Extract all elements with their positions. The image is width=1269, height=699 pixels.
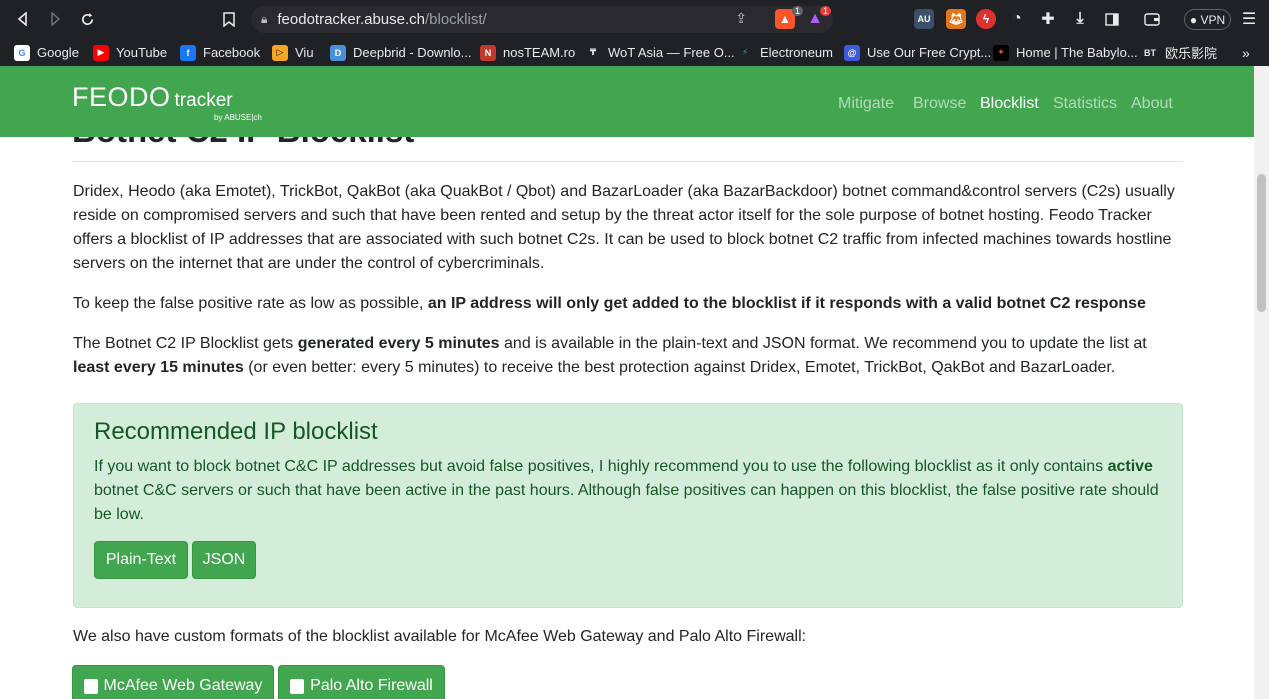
au-extension-icon[interactable]: AU [914,9,934,29]
forward-icon[interactable] [42,6,68,32]
lightning-extension-icon[interactable]: ϟ [976,9,996,29]
recommended-description: If you want to block botnet C&C IP addre… [94,455,1164,527]
nav-mitigate[interactable]: Mitigate [838,95,894,113]
bookmark-label: Deepbrid - Downlo... [353,45,472,60]
nav-blocklist[interactable]: Blocklist [980,95,1039,113]
bookmark-label: Use Our Free Crypt... [867,45,992,60]
back-icon[interactable] [10,6,36,32]
bookmarks-overflow-icon[interactable]: » [1242,42,1250,63]
electroneum-icon: ⚡ [737,44,753,61]
crypto-icon: @ [844,44,860,61]
vpn-label: VPN [1200,12,1226,27]
babylon-icon: ✦ [993,44,1009,61]
site-logo[interactable]: FEODO tracker by ABUSE|ch [72,82,262,122]
bookmark-oule[interactable]: BT 欧乐影院 [1142,42,1217,63]
recommended-text-2: botnet C&C servers or such that have bee… [94,482,1159,523]
logo-by-abuse: by ABUSE|ch [214,113,262,122]
share-icon[interactable]: ⇪ [735,10,747,27]
bookmark-label: Google [37,45,79,60]
deepbrid-icon: D [330,44,346,61]
sidebar-icon[interactable] [1102,9,1122,29]
bookmark-label: Facebook [203,45,261,60]
bookmark-viu[interactable]: ▷ Viu [272,42,314,63]
bookmark-deepbrid[interactable]: D Deepbrid - Downlo... [330,42,472,63]
logo-tracker: tracker [174,90,233,111]
recommended-text-1: If you want to block botnet C&C IP addre… [94,458,1108,475]
mcafee-button[interactable]: McAfee Web Gateway [72,665,274,699]
update-text-1: The Botnet C2 IP Blocklist gets [73,335,298,352]
site-navbar: FEODO tracker by ABUSE|ch Mitigate Browse… [0,66,1254,137]
intro-paragraph: Dridex, Heodo (aka Emotet), TrickBot, Qa… [73,183,1175,272]
viu-icon: ▷ [272,44,288,61]
recommended-title: Recommended IP blocklist [94,418,378,445]
nosteam-icon: N [480,44,496,61]
bookmark-google[interactable]: G Google [14,42,79,63]
google-icon: G [14,44,30,61]
fp-bold-text: an IP address will only get added to the… [427,295,1146,312]
wallet-icon[interactable] [1142,9,1162,29]
false-positive-paragraph: To keep the false positive rate as low a… [73,292,1178,316]
facebook-icon: f [180,44,196,61]
address-bar[interactable]: 🔒︎ feodotracker.abuse.ch/blocklist/ ⇪ ▲ … [251,6,833,33]
downloads-icon[interactable]: ⤓ [1070,9,1090,29]
nav-statistics[interactable]: Statistics [1053,95,1117,113]
palo-alto-button[interactable]: Palo Alto Firewall [278,665,445,699]
recommended-blocklist-box: Recommended IP blocklist If you want to … [73,403,1183,608]
reload-icon[interactable] [74,6,100,32]
youtube-icon: ▶ [93,44,109,61]
update-paragraph: The Botnet C2 IP Blocklist gets generate… [73,332,1178,380]
bookmark-youtube[interactable]: ▶ YouTube [93,42,167,63]
shield-icon [83,678,98,694]
au-extension-label: AU [917,14,931,24]
json-button[interactable]: JSON [192,541,256,579]
bookmark-crypto[interactable]: @ Use Our Free Crypt... [844,42,991,63]
bookmark-label: 欧乐影院 [1165,46,1218,61]
rewards-badge: 1 [819,6,831,16]
browser-toolbar: 🔒︎ feodotracker.abuse.ch/blocklist/ ⇪ ▲ … [0,0,1269,39]
update-bold-2: least every 15 minutes [73,359,244,376]
url-host: feodotracker.abuse.ch [277,11,425,28]
bookmark-label: Home | The Babylo... [1016,45,1138,60]
extensions-puzzle-icon[interactable]: ✚ [1038,9,1058,29]
nav-about[interactable]: About [1131,95,1173,113]
scrollbar-thumb[interactable] [1257,174,1266,312]
bookmark-label: WoT Asia — Free O... [608,45,735,60]
recommended-bold: active [1107,458,1153,475]
bookmark-label: Viu [295,45,314,60]
speedometer-icon[interactable]: ◔ [1007,9,1027,29]
palo-alto-label: Palo Alto Firewall [310,677,433,694]
bookmark-label: YouTube [116,45,168,60]
page-scrollbar[interactable] [1254,66,1269,699]
heading-divider [72,161,1183,162]
bookmark-babylon[interactable]: ✦ Home | The Babylo... [993,42,1138,63]
chart-icon [290,678,305,694]
lock-icon: 🔒︎ [261,12,268,26]
bookmark-label: Electroneum [760,45,833,60]
mcafee-label: McAfee Web Gateway [103,677,263,694]
fp-text: To keep the false positive rate as low a… [73,295,428,312]
bookmark-page-icon[interactable] [216,6,242,32]
update-text-3: (or even better: every 5 minutes) to rec… [243,359,1116,376]
update-text-2: and is available in the plain-text and J… [499,335,1147,352]
logo-feodo: FEODO [72,82,171,112]
bookmark-electroneum[interactable]: ⚡ Electroneum [737,42,833,63]
page-viewport: Botnet C2 IP Blocklist FEODOtracker by A… [0,66,1269,699]
bookmark-wot-asia[interactable]: ₸ WoT Asia — Free O... [585,42,735,63]
plain-text-button[interactable]: Plain-Text [94,541,188,579]
brave-badge: 1 [791,6,803,16]
wot-icon: ₸ [585,44,601,61]
url-path: /blocklist/ [425,11,487,28]
bookmarks-bar: G Google ▶ YouTube f Facebook ▷ Viu D Deepbri… [0,39,1269,66]
bookmark-nosteam[interactable]: NnosTEAM.ro [480,42,575,63]
vpn-button[interactable]: ● VPN [1184,9,1231,30]
nav-browse[interactable]: Browse [913,95,966,113]
bt-icon: BT [1142,44,1158,61]
custom-formats-text: We also have custom formats of the block… [73,628,807,645]
menu-icon[interactable]: ☰ [1239,9,1259,29]
metamask-icon[interactable]: 🦊︎ [946,9,966,29]
update-bold-1: generated every 5 minutes [297,335,500,352]
bookmark-facebook[interactable]: f Facebook [180,42,260,63]
bookmark-label: nosTEAM.ro [503,45,576,60]
